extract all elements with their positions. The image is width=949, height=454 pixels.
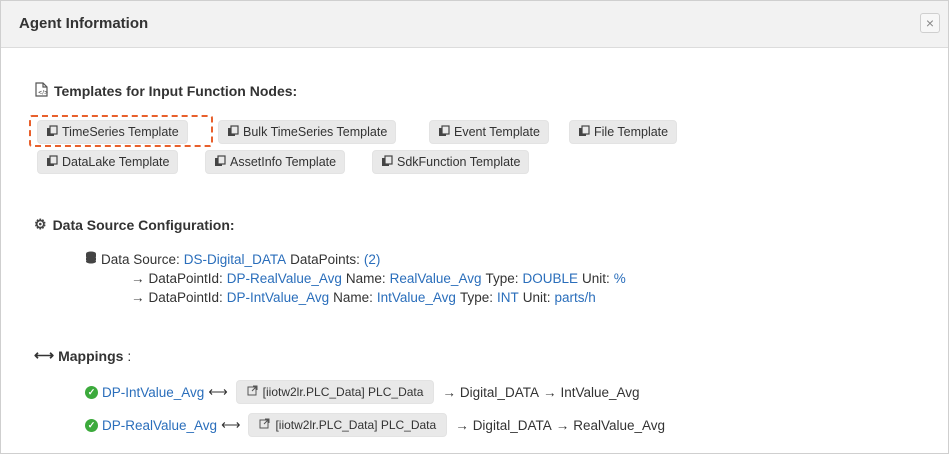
arrow-right-icon: →: [442, 384, 456, 400]
close-button[interactable]: ×: [920, 13, 940, 33]
sdkfunction-template-label: SdkFunction Template: [397, 155, 521, 169]
templates-heading-label: Templates for Input Function Nodes:: [54, 83, 298, 99]
datapoint-unit-label: Unit:: [582, 271, 610, 286]
mapping-row: ✓ DP-IntValue_Avg ⟷ [iiotw2lr.PLC_Data] …: [85, 380, 640, 404]
datapoint-id-label: DataPointId:: [148, 290, 223, 305]
mappings-heading-label: Mappings: [58, 347, 124, 364]
bulk-timeseries-template-button[interactable]: Bulk TimeSeries Template: [218, 120, 397, 144]
copy-icon: [438, 124, 450, 140]
arrow-right-icon: →: [555, 417, 570, 433]
mapping-asset-chip[interactable]: [iiotw2lr.PLC_Data] PLC_Data: [248, 413, 448, 437]
datapoint-row: → DataPointId: DP-IntValue_Avg Name: Int…: [131, 290, 596, 305]
datapoint-type-label: Type:: [485, 271, 519, 286]
datalake-template-label: DataLake Template: [62, 155, 170, 169]
copy-icon: [381, 154, 393, 170]
copy-icon: [227, 124, 239, 140]
copy-icon: [214, 154, 226, 170]
event-template-button[interactable]: Event Template: [429, 120, 549, 144]
mapping-asset-label: [iiotw2lr.PLC_Data] PLC_Data: [275, 418, 437, 432]
agent-information-dialog: Agent Information × </> Templates for In…: [0, 0, 949, 454]
dialog-title: Agent Information: [19, 15, 149, 32]
datapoint-unit: %: [613, 271, 626, 286]
external-link-icon: [247, 385, 258, 399]
double-arrow-icon: ⟷: [221, 417, 241, 432]
copy-icon: [46, 154, 58, 170]
bulk-timeseries-template-label: Bulk TimeSeries Template: [243, 125, 388, 139]
datapoint-unit-label: Unit:: [522, 290, 551, 305]
datapoint-id: DP-IntValue_Avg: [226, 290, 330, 305]
datasource-heading: ⚙ Data Source Configuration:: [34, 216, 235, 233]
double-arrow-icon: ⟷: [34, 347, 55, 363]
datapoint-type: INT: [496, 290, 519, 305]
datasource-label: Data Source:: [101, 251, 180, 267]
datapoint-type: DOUBLE: [522, 271, 579, 286]
copy-icon: [578, 124, 590, 140]
check-circle-icon: ✓: [85, 385, 98, 399]
datasource-heading-label: Data Source Configuration:: [52, 216, 235, 233]
timeseries-template-label: TimeSeries Template: [62, 125, 179, 139]
datapoint-id: DP-RealValue_Avg: [226, 271, 342, 286]
copy-icon: [46, 124, 58, 140]
mapping-target: Digital_DATA: [472, 417, 552, 433]
assetinfo-template-button[interactable]: AssetInfo Template: [205, 150, 346, 174]
datasource-name-link[interactable]: DS-Digital_DATA: [184, 252, 286, 267]
mappings-colon: :: [127, 347, 132, 364]
mapping-asset-chip[interactable]: [iiotw2lr.PLC_Data] PLC_Data: [235, 380, 435, 404]
mapping-asset-label: [iiotw2lr.PLC_Data] PLC_Data: [262, 385, 424, 399]
arrow-right-icon: →: [455, 417, 469, 433]
file-template-button[interactable]: File Template: [569, 120, 678, 144]
svg-text:</>: </>: [38, 90, 48, 96]
datapoints-count: (2): [363, 251, 381, 267]
external-link-icon: [259, 418, 270, 432]
mappings-heading: ⟷ Mappings :: [34, 347, 131, 364]
mapping-value: RealValue_Avg: [573, 417, 666, 433]
datasource-line: Data Source: DS-Digital_DATA DataPoints:…: [85, 251, 380, 267]
datapoint-type-label: Type:: [459, 290, 493, 305]
check-circle-icon: ✓: [85, 418, 98, 432]
gears-icon: ⚙: [34, 216, 47, 232]
mapping-source-link[interactable]: DP-RealValue_Avg: [102, 418, 217, 433]
template-file-icon: </>: [35, 82, 48, 100]
datapoint-id-label: DataPointId:: [148, 271, 223, 286]
datapoint-name: IntValue_Avg: [376, 290, 456, 305]
datapoint-name: RealValue_Avg: [389, 271, 482, 286]
dialog-header: Agent Information ×: [1, 1, 948, 48]
datapoints-label: DataPoints:: [290, 251, 360, 267]
arrow-right-icon: →: [542, 384, 557, 400]
timeseries-template-button[interactable]: TimeSeries Template: [37, 120, 188, 144]
arrow-right-icon: →: [131, 290, 145, 305]
datapoint-name-label: Name:: [333, 290, 373, 305]
mapping-source-link[interactable]: DP-IntValue_Avg: [102, 385, 204, 400]
datalake-template-button[interactable]: DataLake Template: [37, 150, 179, 174]
arrow-right-icon: →: [131, 271, 145, 286]
datapoint-unit: parts/h: [554, 290, 596, 305]
double-arrow-icon: ⟷: [208, 384, 228, 399]
assetinfo-template-label: AssetInfo Template: [230, 155, 337, 169]
datapoint-name-label: Name:: [345, 271, 386, 286]
templates-heading: </> Templates for Input Function Nodes:: [35, 82, 297, 100]
event-template-label: Event Template: [454, 125, 540, 139]
mapping-value: IntValue_Avg: [560, 384, 640, 400]
database-icon: [85, 251, 97, 267]
datapoint-row: → DataPointId: DP-RealValue_Avg Name: Re…: [131, 271, 626, 286]
file-template-label: File Template: [594, 125, 669, 139]
sdkfunction-template-button[interactable]: SdkFunction Template: [372, 150, 530, 174]
mapping-target: Digital_DATA: [459, 384, 539, 400]
mapping-row: ✓ DP-RealValue_Avg ⟷ [iiotw2lr.PLC_Data]…: [85, 413, 665, 437]
